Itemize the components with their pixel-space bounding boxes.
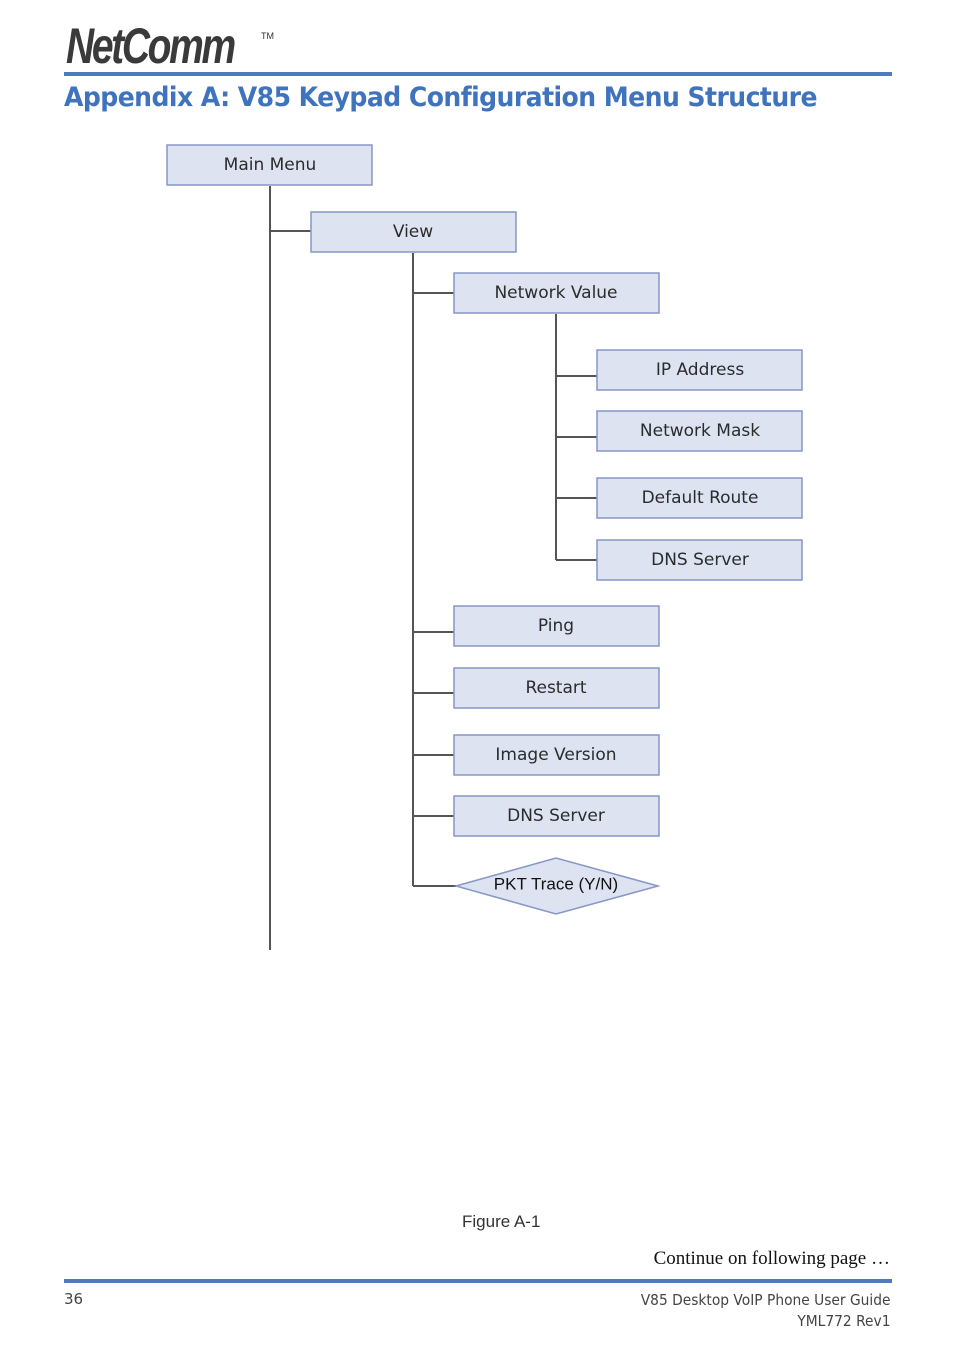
guide-title: V85 Desktop VoIP Phone User Guide [640, 1291, 890, 1309]
ping-label: Ping [538, 616, 574, 636]
restart-label: Restart [525, 678, 586, 698]
footer-rule [64, 1279, 892, 1283]
figure-caption: Figure A-1 [462, 1212, 541, 1231]
main-menu-label: Main Menu [224, 155, 317, 175]
ip-address-label: IP Address [656, 360, 745, 380]
menu-structure-diagram: Main Menu View Network Value IP Address … [166, 144, 803, 950]
footer-doc-info: V85 Desktop VoIP Phone User Guide YML772… [640, 1290, 890, 1332]
network-value-label: Network Value [494, 283, 617, 303]
doc-code: YML772 Rev1 [796, 1312, 890, 1330]
image-version-label: Image Version [495, 745, 616, 765]
pkt-trace-label: PKT Trace (Y/N) [494, 875, 618, 894]
continue-note: Continue on following page … [653, 1248, 890, 1269]
page-number: 36 [64, 1290, 84, 1308]
network-mask-label: Network Mask [640, 421, 760, 441]
view-label: View [393, 222, 433, 242]
default-route-label: Default Route [642, 488, 759, 508]
view-dns-server-label: DNS Server [507, 806, 605, 826]
network-dns-server-label: DNS Server [651, 550, 749, 570]
